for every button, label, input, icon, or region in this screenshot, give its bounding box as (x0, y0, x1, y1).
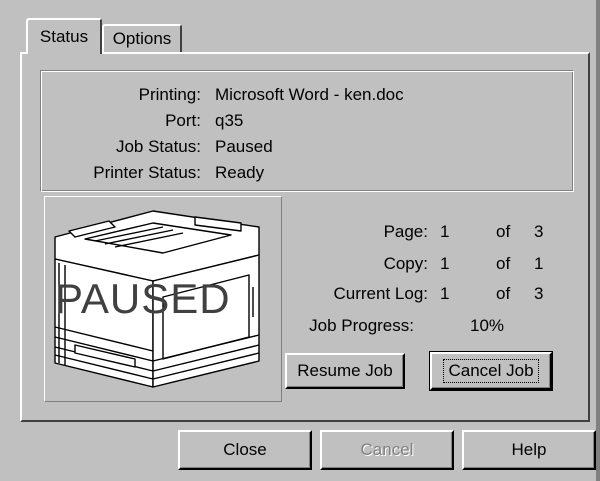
page-current: 1 (440, 222, 450, 241)
progress-stat-row: Job Progress: 10% (284, 316, 584, 342)
printer-status-value: Ready (215, 163, 265, 182)
tab-status-label: Status (39, 27, 89, 46)
copy-total: 1 (534, 254, 544, 273)
printer-image-frame: PAUSED (44, 196, 282, 402)
resume-job-label: Resume Job (297, 361, 393, 380)
port-label: Port: (165, 111, 201, 130)
close-label: Close (223, 440, 267, 459)
current-log-label: Current Log: (333, 284, 429, 303)
log-total: 3 (534, 284, 544, 303)
copy-current: 1 (440, 254, 450, 273)
printing-label: Printing: (138, 85, 201, 104)
cancel-button[interactable]: Cancel (320, 430, 454, 470)
tab-options-label: Options (112, 29, 172, 48)
job-progress-value: 10% (470, 316, 505, 335)
page-label: Page: (383, 222, 428, 241)
cancel-job-label: Cancel Job (443, 359, 539, 383)
printer-status-row: Printer Status: Ready (41, 163, 575, 187)
job-info-box: Printing: Microsoft Word - ken.doc Port:… (40, 70, 574, 192)
log-current: 1 (440, 284, 450, 303)
job-status-label: Job Status: (115, 137, 201, 156)
copy-label: Copy: (383, 254, 428, 273)
job-status-row: Job Status: Paused (41, 137, 575, 161)
job-status-value: Paused (215, 137, 273, 156)
port-row: Port: q35 (41, 111, 575, 135)
printing-row: Printing: Microsoft Word - ken.doc (41, 85, 575, 109)
help-button[interactable]: Help (462, 430, 596, 470)
cancel-label: Cancel (360, 440, 414, 459)
page-total: 3 (534, 222, 544, 241)
paused-overlay-text: PAUSED (55, 275, 231, 322)
port-value: q35 (215, 111, 244, 130)
log-stat-row: Current Log: 1 of 3 (284, 284, 584, 310)
help-label: Help (511, 440, 547, 459)
resume-job-button[interactable]: Resume Job (285, 353, 405, 389)
printer-status-dialog: Printing: Microsoft Word - ken.doc Port:… (0, 0, 600, 481)
window-edge (596, 0, 600, 481)
close-button[interactable]: Close (178, 430, 312, 470)
page-stat-row: Page: 1 of 3 (284, 222, 584, 248)
page-of: of (496, 222, 511, 241)
cancel-job-button[interactable]: Cancel Job (429, 351, 553, 391)
printing-value: Microsoft Word - ken.doc (215, 85, 404, 104)
job-progress-label: Job Progress: (309, 316, 414, 335)
printer-status-label: Printer Status: (93, 163, 201, 182)
log-of: of (496, 284, 511, 303)
tab-status[interactable]: Status (26, 18, 102, 54)
copy-of: of (496, 254, 511, 273)
copy-stat-row: Copy: 1 of 1 (284, 254, 584, 280)
tab-options[interactable]: Options (102, 24, 182, 52)
